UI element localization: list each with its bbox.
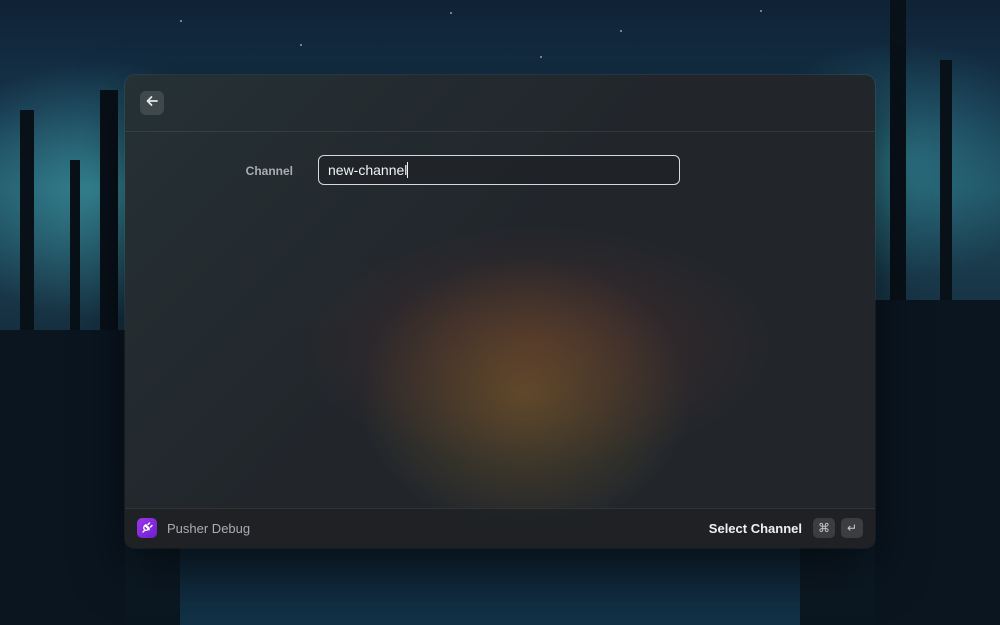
back-button[interactable] (140, 91, 164, 115)
river (180, 535, 800, 625)
forest-silhouette-right (875, 300, 1000, 625)
extension-name: Pusher Debug (167, 521, 251, 536)
action-bar: Pusher Debug Select Channel ⌘ ↵ (125, 508, 875, 548)
window-backdrop-blur-amber (345, 245, 705, 545)
enter-key-icon: ↵ (841, 518, 863, 538)
channel-input-value: new-channel (328, 162, 408, 178)
arrow-left-icon (145, 94, 159, 113)
text-caret (407, 162, 409, 178)
window-header (125, 75, 875, 132)
command-key-icon: ⌘ (813, 518, 835, 538)
command-window: Channel new-channel Pusher Debug Select … (125, 75, 875, 548)
star (450, 12, 452, 14)
channel-label: Channel (245, 164, 293, 178)
channel-form-row: Channel new-channel (125, 155, 875, 187)
plug-icon (137, 518, 157, 538)
star (300, 44, 302, 46)
star (180, 20, 182, 22)
star (760, 10, 762, 12)
select-channel-button[interactable]: Select Channel (709, 509, 802, 548)
forest-silhouette-left (0, 330, 125, 625)
star (620, 30, 622, 32)
channel-input[interactable]: new-channel (318, 155, 680, 185)
star (540, 56, 542, 58)
